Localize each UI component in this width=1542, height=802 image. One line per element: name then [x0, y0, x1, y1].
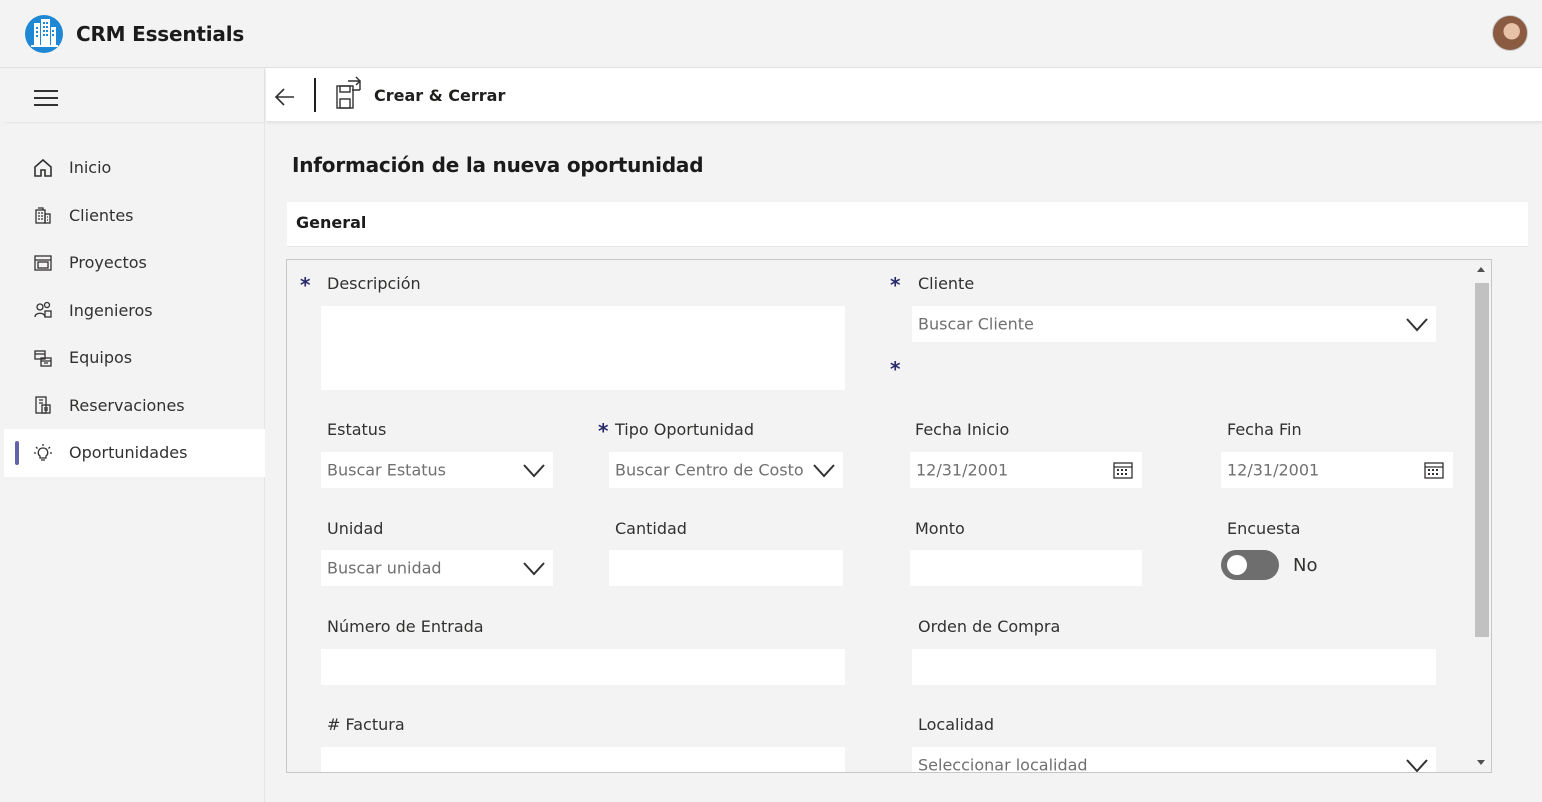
descripcion-label: Descripción	[327, 274, 421, 293]
tipo-oportunidad-dropdown[interactable]: Buscar Centro de Costo	[609, 452, 843, 488]
app-header: CRM Essentials	[0, 0, 1542, 68]
section-tab-general[interactable]: General	[287, 202, 1528, 247]
equipment-icon	[32, 347, 54, 369]
sidebar-item-inicio[interactable]: Inicio	[4, 144, 265, 192]
section-label: General	[296, 213, 367, 232]
required-mark: *	[598, 419, 609, 443]
descripcion-textarea[interactable]	[321, 306, 845, 390]
chevron-down-icon[interactable]	[1406, 758, 1428, 772]
fecha-fin-label: Fecha Fin	[1227, 420, 1302, 439]
sidebar-item-clientes[interactable]: Clientes	[4, 192, 265, 240]
unidad-dropdown[interactable]: Buscar unidad	[321, 550, 553, 586]
form-panel: * Descripción * Cliente Buscar Cliente *…	[286, 259, 1492, 773]
sidebar-item-label: Proyectos	[69, 253, 147, 273]
localidad-placeholder: Seleccionar localidad	[918, 755, 1088, 773]
monto-input[interactable]	[910, 550, 1142, 586]
chevron-down-icon[interactable]	[523, 561, 545, 576]
save-close-label: Crear & Cerrar	[374, 85, 506, 105]
required-mark: *	[890, 273, 901, 297]
orden-compra-input[interactable]	[912, 649, 1436, 685]
tipo-oportunidad-label: Tipo Oportunidad	[615, 420, 754, 439]
sidebar-item-label: Clientes	[69, 205, 134, 225]
fecha-inicio-value: 12/31/2001	[916, 460, 1009, 480]
sidebar-item-label: Inicio	[69, 158, 112, 178]
localidad-label: Localidad	[918, 715, 995, 734]
sidebar-item-equipos[interactable]: Equipos	[4, 334, 265, 382]
scrollbar-thumb[interactable]	[1475, 283, 1489, 637]
cliente-dropdown[interactable]: Buscar Cliente	[912, 306, 1436, 342]
monto-label: Monto	[915, 519, 965, 538]
sidebar-item-label: Oportunidades	[69, 443, 188, 463]
estatus-dropdown[interactable]: Buscar Estatus	[321, 452, 553, 488]
user-avatar[interactable]	[1492, 15, 1528, 51]
command-bar: Crear & Cerrar	[266, 68, 1542, 121]
sidebar-item-label: Reservaciones	[69, 395, 185, 415]
factura-input[interactable]	[321, 747, 845, 772]
lightbulb-icon	[32, 442, 54, 464]
sidebar-item-reservaciones[interactable]: Reservaciones	[4, 382, 265, 430]
encuesta-label: Encuesta	[1227, 519, 1301, 538]
chevron-down-icon[interactable]	[813, 463, 835, 478]
sidebar-item-label: Ingenieros	[69, 300, 153, 320]
home-icon	[32, 157, 54, 179]
sidebar-item-oportunidades[interactable]: Oportunidades	[4, 429, 265, 477]
page-title: Información de la nueva oportunidad	[292, 153, 704, 177]
save-close-button[interactable]: Crear & Cerrar	[334, 76, 506, 114]
unidad-placeholder: Buscar unidad	[327, 558, 442, 578]
required-mark: *	[890, 357, 901, 381]
sidebar: Inicio Clientes Proyectos Ingenieros Equ…	[4, 68, 265, 802]
chevron-down-icon[interactable]	[1406, 317, 1428, 332]
factura-label: # Factura	[327, 715, 405, 734]
scroll-down-arrow-icon[interactable]	[1477, 760, 1485, 765]
cantidad-input[interactable]	[609, 550, 843, 586]
building-logo-icon	[25, 15, 63, 53]
form-scrollbar[interactable]	[1473, 260, 1491, 772]
numero-entrada-label: Número de Entrada	[327, 617, 484, 636]
fecha-inicio-input[interactable]: 12/31/2001	[910, 452, 1142, 488]
orden-compra-label: Orden de Compra	[918, 617, 1061, 636]
fecha-inicio-label: Fecha Inicio	[915, 420, 1010, 439]
cantidad-label: Cantidad	[615, 519, 687, 538]
sidebar-nav: Inicio Clientes Proyectos Ingenieros Equ…	[4, 144, 265, 477]
scroll-up-arrow-icon[interactable]	[1477, 267, 1485, 272]
reservation-icon	[32, 394, 54, 416]
estatus-label: Estatus	[327, 420, 387, 439]
hamburger-menu-icon[interactable]	[34, 90, 58, 106]
numero-entrada-input[interactable]	[321, 649, 845, 685]
calendar-icon[interactable]	[1424, 460, 1444, 480]
calendar-icon[interactable]	[1113, 460, 1133, 480]
sidebar-item-label: Equipos	[69, 348, 133, 368]
building-icon	[32, 204, 54, 226]
sidebar-item-proyectos[interactable]: Proyectos	[4, 239, 265, 287]
command-divider	[314, 78, 316, 112]
people-icon	[32, 299, 54, 321]
folder-icon	[32, 252, 54, 274]
fecha-fin-value: 12/31/2001	[1227, 460, 1320, 480]
fecha-fin-input[interactable]: 12/31/2001	[1221, 452, 1453, 488]
app-title: CRM Essentials	[76, 22, 245, 46]
chevron-down-icon[interactable]	[523, 463, 545, 478]
estatus-placeholder: Buscar Estatus	[327, 460, 446, 480]
encuesta-value: No	[1293, 555, 1318, 576]
sidebar-item-ingenieros[interactable]: Ingenieros	[4, 287, 265, 335]
save-close-icon	[334, 76, 364, 114]
required-mark: *	[300, 273, 311, 297]
localidad-dropdown[interactable]: Seleccionar localidad	[912, 747, 1436, 773]
unidad-label: Unidad	[327, 519, 384, 538]
tipo-oportunidad-placeholder: Buscar Centro de Costo	[615, 460, 804, 480]
encuesta-toggle[interactable]	[1221, 550, 1279, 580]
back-arrow-icon[interactable]	[272, 84, 298, 110]
cliente-placeholder: Buscar Cliente	[918, 314, 1034, 334]
cliente-label: Cliente	[918, 274, 975, 293]
